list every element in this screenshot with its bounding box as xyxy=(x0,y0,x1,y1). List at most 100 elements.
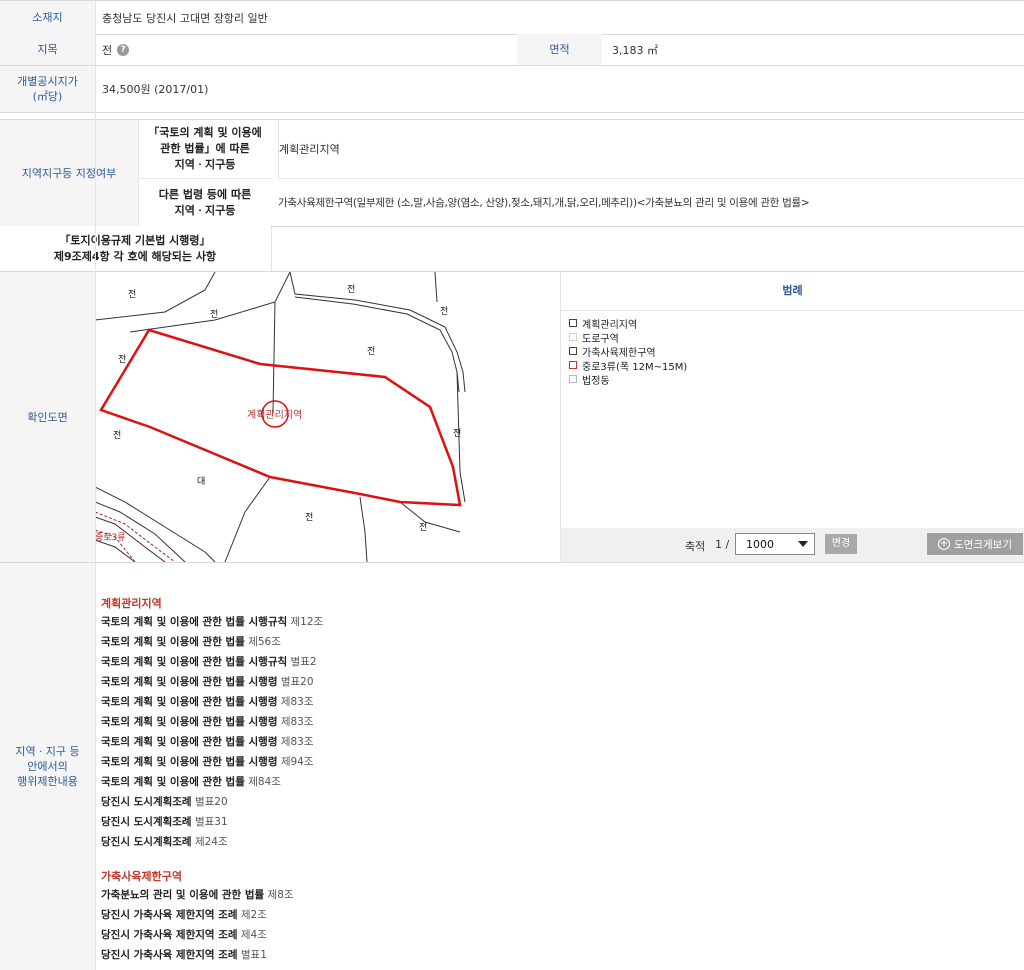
enforcement-value xyxy=(271,226,1024,271)
law-name: 당진시 도시계획조례 xyxy=(101,816,192,828)
legend-item: 계획관리지역 xyxy=(569,316,687,331)
law-article: 제56조 xyxy=(248,636,281,648)
law-name: 당진시 가축사육 제한지역 조례 xyxy=(101,929,238,941)
parcel-label: 전 xyxy=(305,512,313,523)
parcel-label: 전 xyxy=(367,346,375,357)
law-link[interactable]: 국토의 계획 및 이용에 관한 법률 시행령 별표20 xyxy=(101,674,314,689)
land-row: 지목 전 ? 면적 3,183 ㎡ xyxy=(0,34,1024,66)
zoning-sub2-value: 가축사육제한구역(일부제한 (소,말,사슴,양(염소, 산양),젖소,돼지,개,… xyxy=(278,197,810,209)
law-link[interactable]: 가축분뇨의 관리 및 이용에 관한 법률 제8조 xyxy=(101,887,294,902)
legend-swatch xyxy=(569,333,577,341)
scale-select[interactable]: 1000 xyxy=(735,533,815,555)
law-article: 제94조 xyxy=(280,756,314,768)
law-article: 제12조 xyxy=(290,616,324,628)
parcel-label: 전 xyxy=(210,309,218,320)
law-article: 제24조 xyxy=(194,836,228,848)
zoning-sub1-line1: 「국토의 계획 및 이용에 xyxy=(148,126,262,139)
zoning-sub2-line2: 지역ㆍ지구등 xyxy=(174,203,236,217)
legend-label: 가축사육제한구역 xyxy=(582,347,656,359)
legend-label: 법정동 xyxy=(582,375,610,387)
legend-label: 도로구역 xyxy=(582,333,619,345)
parcel-label: 전 xyxy=(440,306,448,317)
map-enlarge-button[interactable]: + 도면크게보기 xyxy=(927,533,1023,555)
scale-change-button[interactable]: 변경 xyxy=(825,534,857,554)
price-label: 개별공시지가 (㎡당) xyxy=(0,66,95,112)
law-name: 국토의 계획 및 이용에 관한 법률 시행령 xyxy=(101,756,278,768)
law-link[interactable]: 당진시 가축사육 제한지역 조례 제4조 xyxy=(101,927,267,942)
scale-select-value: 1000 xyxy=(746,538,774,551)
enforcement-label-line2: 제9조제4항 각 호에 해당되는 사항 xyxy=(53,249,217,263)
enforcement-label-line1: 「토지이용규제 기본법 시행령」 xyxy=(59,233,211,247)
zoning-label: 지역지구등 지정여부 xyxy=(0,120,138,226)
scale-bar: 축적 1 / 1000 변경 + 도면크게보기 xyxy=(561,528,1024,562)
legend-label: 중로3류(폭 12M~15M) xyxy=(582,361,688,373)
legend-swatch xyxy=(569,361,577,369)
area-label: 면적 xyxy=(517,34,602,65)
law-name: 당진시 도시계획조례 xyxy=(101,796,192,808)
category-label: 지목 xyxy=(0,34,95,65)
law-article: 별표1 xyxy=(240,949,267,961)
zone-label: 계획관리지역 xyxy=(247,409,302,421)
law-link[interactable]: 당진시 도시계획조례 별표31 xyxy=(101,814,228,829)
help-icon[interactable]: ? xyxy=(117,43,130,56)
law-link[interactable]: 당진시 가축사육 제한지역 조례 제2조 xyxy=(101,907,267,922)
law-link[interactable]: 국토의 계획 및 이용에 관한 법률 시행령 제83조 xyxy=(101,714,314,729)
parcel-map[interactable]: 계획관리지역 전 전 전 전 전 전 전 대 전 전 전 중로3류 xyxy=(95,272,561,562)
restriction-group-title: 계획관리지역 xyxy=(101,597,162,610)
location-row: 소재지 충청남도 당진시 고대면 장항리 일반 xyxy=(0,0,1024,35)
legend-item: 도로구역 xyxy=(569,330,687,345)
law-link[interactable]: 국토의 계획 및 이용에 관한 법률 제84조 xyxy=(101,774,281,789)
legend-label: 계획관리지역 xyxy=(582,319,638,331)
law-link[interactable]: 국토의 계획 및 이용에 관한 법률 제56조 xyxy=(101,634,281,649)
legend-item: 중로3류(폭 12M~15M) xyxy=(569,358,688,373)
law-link[interactable]: 국토의 계획 및 이용에 관한 법률 시행규칙 별표2 xyxy=(101,654,317,669)
area-value: 3,183 ㎡ xyxy=(612,43,658,57)
law-name: 국토의 계획 및 이용에 관한 법률 xyxy=(101,636,245,648)
zoning-sub2-line1: 다른 법령 등에 따른 xyxy=(158,187,252,201)
law-link[interactable]: 당진시 도시계획조례 제24조 xyxy=(101,834,228,849)
law-name: 당진시 가축사육 제한지역 조례 xyxy=(101,949,238,961)
restrictions-label-line2: 안에서의 xyxy=(27,760,68,773)
restrictions-label-line1: 지역ㆍ지구 등 xyxy=(15,745,80,758)
law-name: 가축분뇨의 관리 및 이용에 관한 법률 xyxy=(101,889,265,901)
law-link[interactable]: 당진시 가축사육 제한지역 조례 별표1 xyxy=(101,947,267,962)
law-name: 국토의 계획 및 이용에 관한 법률 시행령 xyxy=(101,716,278,728)
legend-item: 가축사육제한구역 xyxy=(569,344,687,359)
law-article: 제8조 xyxy=(267,889,294,901)
zoning-sub1-value: 계획관리지역 xyxy=(278,120,1024,179)
law-name: 당진시 가축사육 제한지역 조례 xyxy=(101,909,238,921)
law-link[interactable]: 국토의 계획 및 이용에 관한 법률 시행령 제83조 xyxy=(101,694,314,709)
law-article: 제4조 xyxy=(240,929,267,941)
restrictions-row: 지역ㆍ지구 등 안에서의 행위제한내용 계획관리지역 국토의 계획 및 이용에 … xyxy=(0,563,1024,970)
legend-list: 계획관리지역 도로구역 가축사육제한구역 중로3류(폭 12M~15M) 법정동 xyxy=(569,316,688,387)
law-link[interactable]: 국토의 계획 및 이용에 관한 법률 시행규칙 제12조 xyxy=(101,614,323,629)
price-label-line1: 개별공시지가 xyxy=(17,75,78,88)
law-link[interactable]: 당진시 도시계획조례 별표20 xyxy=(101,794,228,809)
column-divider xyxy=(95,0,96,970)
law-name: 국토의 계획 및 이용에 관한 법률 시행령 xyxy=(101,676,278,688)
restriction-group-title: 가축사육제한구역 xyxy=(101,870,182,883)
law-name: 국토의 계획 및 이용에 관한 법률 시행규칙 xyxy=(101,616,288,628)
legend-panel: 범례 계획관리지역 도로구역 가축사육제한구역 중로3류(폭 12M~15M) … xyxy=(561,272,1024,562)
law-link[interactable]: 국토의 계획 및 이용에 관한 법률 시행령 제94조 xyxy=(101,754,314,769)
law-article: 제83조 xyxy=(280,736,314,748)
parcel-label: 전 xyxy=(453,428,461,439)
parcel-label: 대 xyxy=(197,476,205,487)
parcel-label: 전 xyxy=(419,522,427,533)
scale-prefix: 1 / xyxy=(715,538,730,551)
legend-swatch xyxy=(569,375,577,383)
law-name: 당진시 도시계획조례 xyxy=(101,836,192,848)
legend-item: 법정동 xyxy=(569,372,687,387)
restrictions-label: 지역ㆍ지구 등 안에서의 행위제한내용 xyxy=(0,563,95,970)
parcel-label: 전 xyxy=(128,289,136,300)
map-row: 확인도면 계획관리지역 전 전 전 전 전 전 전 대 전 전 전 중로3류 범… xyxy=(0,272,1024,563)
law-article: 제83조 xyxy=(280,716,314,728)
enforcement-row: 「토지이용규제 기본법 시행령」 제9조제4항 각 호에 해당되는 사항 xyxy=(0,226,1024,272)
law-link[interactable]: 국토의 계획 및 이용에 관한 법률 시행령 제83조 xyxy=(101,734,314,749)
law-article: 별표31 xyxy=(194,816,228,828)
law-article: 별표20 xyxy=(194,796,228,808)
law-article: 제84조 xyxy=(248,776,281,788)
legend-swatch xyxy=(569,347,577,355)
price-value: 34,500원 (2017/01) xyxy=(102,83,209,96)
law-name: 국토의 계획 및 이용에 관한 법률 시행령 xyxy=(101,696,278,708)
